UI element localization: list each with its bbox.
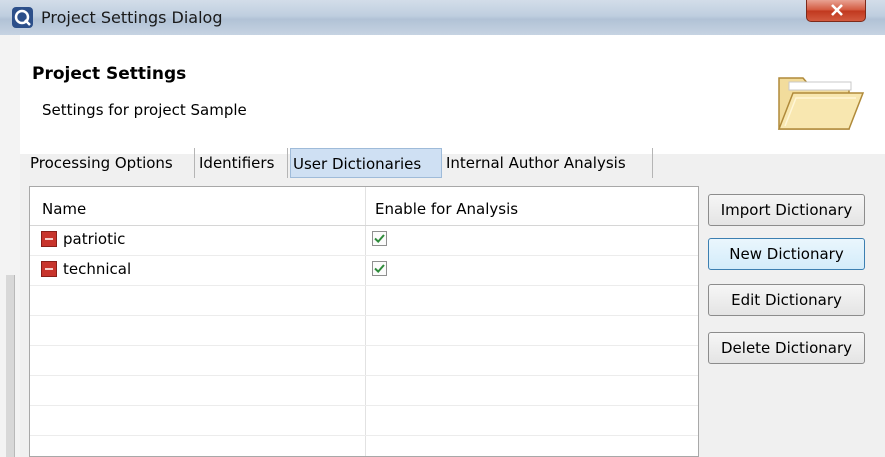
table-row-empty	[30, 346, 698, 376]
tab-user-dictionaries[interactable]: User Dictionaries	[290, 148, 442, 178]
table-row-empty	[30, 376, 698, 406]
tab-processing-options[interactable]: Processing Options	[28, 148, 195, 178]
enable-checkbox[interactable]	[372, 261, 387, 276]
dialog-app-icon	[12, 7, 33, 28]
table-row[interactable]: patriotic	[30, 226, 698, 256]
table-row-empty	[30, 316, 698, 346]
dictionaries-table: Name Enable for Analysis patriotic techn…	[29, 186, 699, 457]
import-dictionary-button[interactable]: Import Dictionary	[708, 194, 865, 226]
folder-open-icon	[777, 77, 865, 130]
dictionary-name: technical	[63, 260, 132, 278]
title-bar[interactable]: Project Settings Dialog	[0, 0, 885, 35]
dictionary-icon	[41, 261, 57, 277]
checkmark-icon	[374, 234, 385, 244]
window-title: Project Settings Dialog	[41, 8, 223, 27]
table-row-empty	[30, 406, 698, 436]
delete-dictionary-button[interactable]: Delete Dictionary	[708, 332, 865, 364]
window-left-edge	[0, 35, 20, 457]
new-dictionary-button[interactable]: New Dictionary	[708, 238, 865, 270]
tab-identifiers[interactable]: Identifiers	[197, 148, 288, 178]
column-header-enable[interactable]: Enable for Analysis	[375, 200, 518, 218]
checkmark-icon	[374, 264, 385, 274]
table-row-empty	[30, 286, 698, 316]
dictionary-name: patriotic	[63, 230, 126, 248]
close-icon	[831, 4, 843, 16]
edit-dictionary-button[interactable]: Edit Dictionary	[708, 284, 865, 316]
table-row[interactable]: technical	[30, 256, 698, 286]
page-title: Project Settings	[32, 64, 187, 84]
enable-checkbox[interactable]	[372, 231, 387, 246]
tab-internal-author-analysis[interactable]: Internal Author Analysis	[444, 148, 653, 178]
page-subtitle: Settings for project Sample	[42, 101, 247, 119]
settings-header: Project Settings Settings for project Sa…	[20, 35, 885, 154]
project-settings-dialog: Project Settings Dialog Project Settings…	[0, 0, 885, 457]
close-button[interactable]	[806, 0, 866, 22]
column-header-name[interactable]: Name	[42, 200, 86, 218]
table-header: Name Enable for Analysis	[30, 187, 698, 226]
dictionary-icon	[41, 231, 57, 247]
